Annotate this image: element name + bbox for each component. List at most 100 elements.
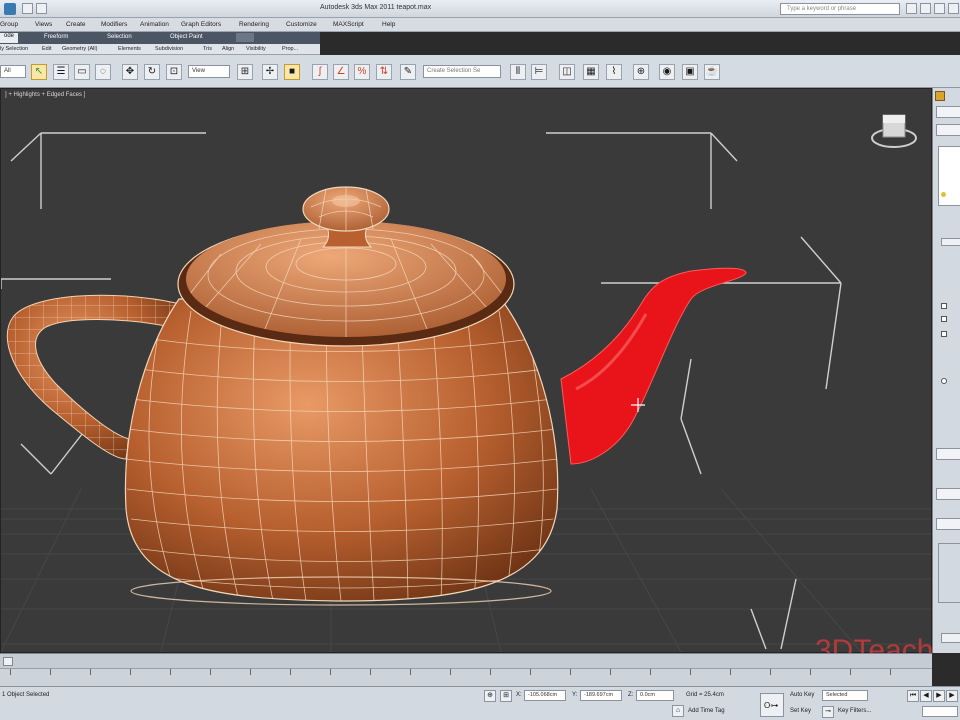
menu-create[interactable]: Create	[66, 21, 86, 28]
named-selection-dropdown[interactable]: Create Selection Se	[423, 65, 501, 78]
search-icon[interactable]	[906, 3, 917, 14]
z-coordinate-field[interactable]: 0.0cm	[636, 690, 674, 701]
subtab-visibility[interactable]: Visibility	[246, 46, 266, 52]
material-editor-icon[interactable]: ◉	[659, 64, 675, 80]
x-coordinate-field[interactable]: -105.068cm	[524, 690, 566, 701]
auto-key-button[interactable]: Auto Key	[790, 692, 814, 698]
modifier-list-dropdown[interactable]	[936, 124, 960, 136]
select-and-move-icon[interactable]: ✥	[122, 64, 138, 80]
window-crossing-icon[interactable]: ◌	[95, 64, 111, 80]
subtab-subdivision[interactable]: Subdivision	[155, 46, 183, 52]
communication-icon[interactable]	[948, 3, 959, 14]
absolute-transform-icon[interactable]: ⊞	[500, 690, 512, 702]
subtab-tris[interactable]: Tris	[203, 46, 212, 52]
pivot-center-icon[interactable]: ⊞	[237, 64, 253, 80]
selection-filter-dropdown[interactable]: All	[0, 65, 26, 78]
play-animation-icon[interactable]: ▶	[933, 690, 945, 702]
time-tag-icon[interactable]: ⌂	[672, 705, 684, 717]
next-frame-icon[interactable]: ▶	[946, 690, 958, 702]
spinner-snap-icon[interactable]: ⇅	[376, 64, 392, 80]
angle-snap-icon[interactable]: ∠	[333, 64, 349, 80]
select-and-scale-icon[interactable]: ⊡	[166, 64, 182, 80]
panel-checkbox-1[interactable]	[941, 303, 947, 309]
menu-animation[interactable]: Animation	[140, 21, 169, 28]
panel-checkbox-2[interactable]	[941, 316, 947, 322]
snaps-toggle-icon[interactable]: ʃ	[312, 64, 328, 80]
render-icon[interactable]: ☕	[704, 64, 720, 80]
menu-modifiers[interactable]: Modifiers	[101, 21, 127, 28]
panel-field-2[interactable]	[936, 488, 960, 500]
undo-icon[interactable]	[22, 3, 33, 14]
align-icon[interactable]: ⊨	[531, 64, 547, 80]
perspective-viewport[interactable]: ] + Highlights + Edged Faces ]	[0, 88, 932, 653]
panel-button[interactable]	[941, 633, 960, 643]
time-slider-thumb[interactable]	[3, 657, 13, 666]
subtab-align[interactable]: Align	[222, 46, 234, 52]
search-input[interactable]: Type a keyword or phrase	[780, 3, 900, 15]
panel-tab-icon[interactable]	[935, 91, 945, 101]
redo-icon[interactable]	[36, 3, 47, 14]
view-cube-icon[interactable]	[871, 114, 917, 148]
select-by-name-icon[interactable]: ☰	[53, 64, 69, 80]
select-object-icon[interactable]: ↖	[31, 64, 47, 80]
help-icon[interactable]	[934, 3, 945, 14]
layer-manager-icon[interactable]: ◫	[559, 64, 575, 80]
ribbon-tab-freeform[interactable]: Freeform	[44, 34, 68, 40]
panel-field-1[interactable]	[936, 448, 960, 460]
render-setup-icon[interactable]: ▣	[682, 64, 698, 80]
time-slider[interactable]	[0, 653, 932, 668]
menu-group[interactable]: Group	[0, 21, 18, 28]
panel-checkbox-3[interactable]	[941, 331, 947, 337]
selection-set-dropdown[interactable]: Selected	[822, 690, 868, 701]
subtab-elements[interactable]: Elements	[118, 46, 141, 52]
y-coordinate-field[interactable]: -189.697cm	[580, 690, 622, 701]
select-and-manipulate-icon[interactable]: ✢	[262, 64, 278, 80]
key-filters-button[interactable]: Key Filters...	[838, 708, 871, 714]
panel-radio-1[interactable]	[941, 378, 947, 384]
panel-field-3[interactable]	[936, 518, 960, 530]
menu-rendering[interactable]: Rendering	[239, 21, 269, 28]
schematic-view-icon[interactable]: ⊕	[633, 64, 649, 80]
menu-help[interactable]: Help	[382, 21, 395, 28]
ribbon-options-icon[interactable]	[236, 33, 254, 42]
ribbon-tab-object-paint[interactable]: Object Paint	[170, 34, 203, 40]
lock-selection-icon[interactable]: ⊕	[484, 690, 496, 702]
subtab-geometry[interactable]: Geometry (All)	[62, 46, 97, 52]
subtab-edit[interactable]: Edit	[42, 46, 51, 52]
select-and-rotate-icon[interactable]: ↻	[144, 64, 160, 80]
menu-graph-editors[interactable]: Graph Editors	[181, 21, 221, 28]
mirror-icon[interactable]: ⫴	[510, 64, 526, 80]
ribbon-tab-selection[interactable]: Selection	[107, 34, 132, 40]
subtab-properties[interactable]: Prop...	[282, 46, 298, 52]
teapot-spout-selected[interactable]	[560, 267, 747, 465]
curve-editor-icon[interactable]: ⌇	[606, 64, 622, 80]
current-frame-field[interactable]	[922, 706, 958, 717]
key-filter-icon[interactable]: ⊸	[822, 706, 834, 718]
percent-snap-icon[interactable]: %	[354, 64, 370, 80]
previous-frame-icon[interactable]: ◀	[920, 690, 932, 702]
stack-light-bulb-icon[interactable]	[941, 192, 946, 197]
set-key-mode-icon[interactable]: O⊶	[760, 693, 784, 717]
pin-stack-button[interactable]	[941, 238, 960, 246]
app-logo-icon[interactable]	[4, 3, 16, 15]
ribbon-tab-modeling[interactable]: ode	[0, 33, 19, 43]
viewport-label[interactable]: ] + Highlights + Edged Faces ]	[5, 92, 85, 98]
edit-named-selection-icon[interactable]: ✎	[400, 64, 416, 80]
menu-views[interactable]: Views	[35, 21, 52, 28]
object-name-field[interactable]	[936, 106, 960, 118]
rectangular-region-icon[interactable]: ▭	[74, 64, 90, 80]
reference-coordinate-dropdown[interactable]: View	[188, 65, 230, 78]
menu-maxscript[interactable]: MAXScript	[333, 21, 364, 28]
menu-customize[interactable]: Customize	[286, 21, 317, 28]
graphite-toggle-icon[interactable]: ▦	[583, 64, 599, 80]
add-time-tag-button[interactable]: Add Time Tag	[688, 708, 725, 714]
track-bar[interactable]	[0, 668, 932, 686]
subscription-icon[interactable]	[920, 3, 931, 14]
go-to-start-icon[interactable]: ⏮	[907, 690, 919, 702]
viewport-canvas[interactable]	[1, 89, 931, 652]
modifier-stack[interactable]	[938, 146, 960, 206]
subtab-poly-selection[interactable]: ly Selection	[0, 46, 28, 52]
status-bar: 1 Object Selected ⊕ ⊞ X: -105.068cm Y: -…	[0, 686, 960, 720]
keyboard-shortcut-override-icon[interactable]: ■	[284, 64, 300, 80]
set-key-button[interactable]: Set Key	[790, 708, 811, 714]
